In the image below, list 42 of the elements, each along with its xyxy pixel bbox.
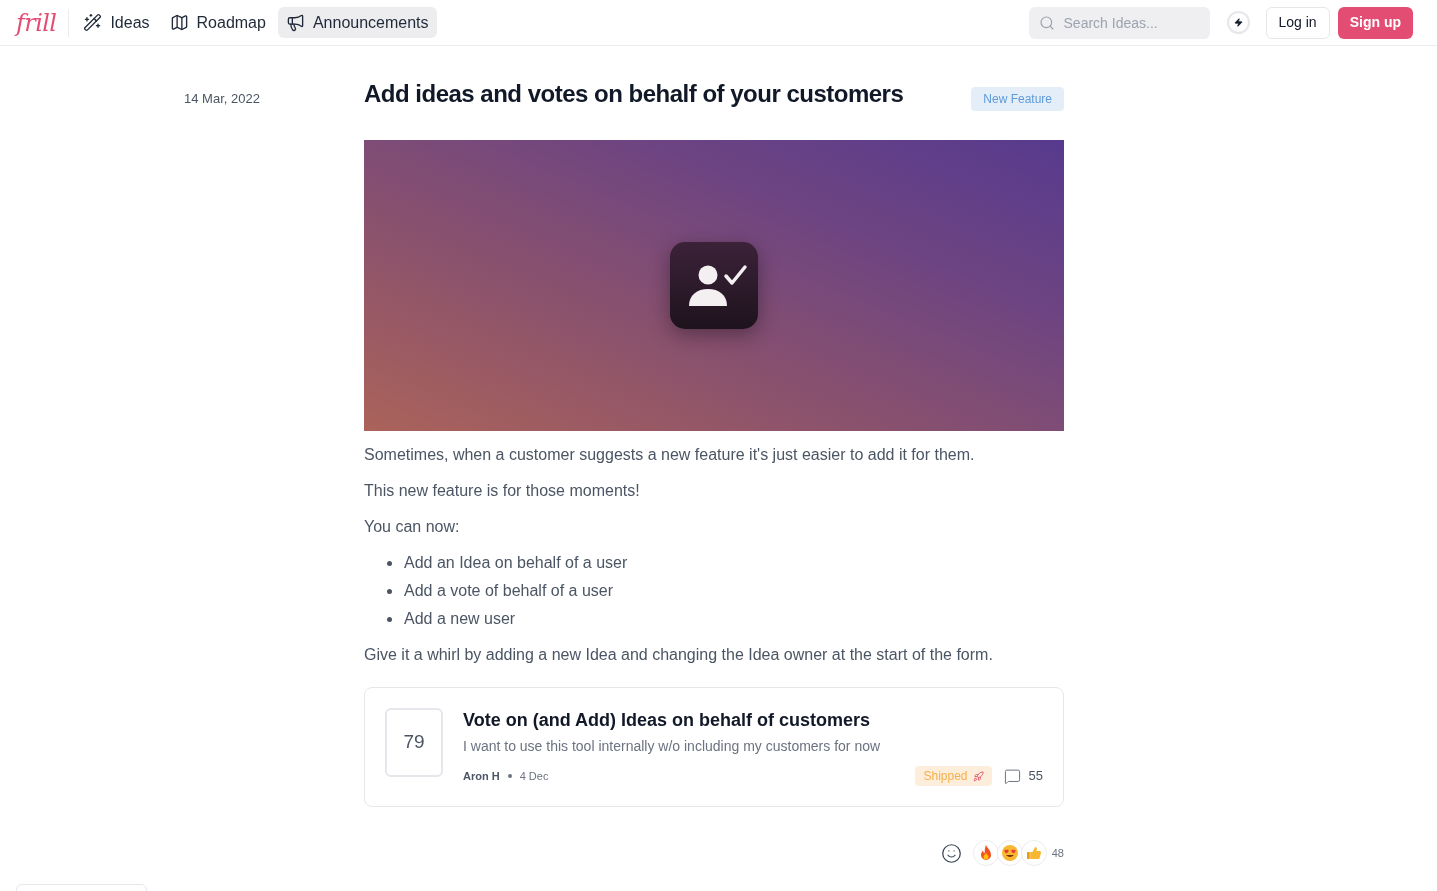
idea-title[interactable]: Vote on (and Add) Ideas on behalf of customers (463, 708, 1043, 732)
frill-logo[interactable]: frill (16, 10, 57, 35)
log-in-button[interactable]: Log in (1265, 6, 1330, 39)
map-icon (169, 13, 189, 32)
sign-up-button[interactable]: Sign up (1337, 6, 1413, 39)
list-item-text: Add a new user (404, 609, 516, 629)
sparkle-wand-icon (83, 13, 103, 32)
person-check-icon (670, 242, 758, 329)
bullet-icon (387, 560, 392, 566)
author-name: Aron H (463, 768, 500, 784)
bullet-icon (387, 588, 392, 594)
thumbs-up-icon[interactable] (1020, 840, 1047, 866)
search-field[interactable]: Search Ideas... (1028, 6, 1210, 39)
nav-tab[interactable]: Roadmap (161, 7, 274, 38)
announcement-date: 14 Mar, 2022 (184, 91, 260, 106)
body-paragraph: Sometimes, when a customer suggests a new feature it's just easier to add it for them. (364, 445, 976, 465)
list-item-text: Add a vote of behalf of a user (404, 581, 614, 601)
category-tag: New Feature (971, 87, 1064, 111)
list-item-text: Add an Idea on behalf of a user (404, 553, 628, 573)
body-paragraph: Give it a whirl by adding a new Idea and changing the Idea owner at the start of the form. (364, 645, 994, 665)
reaction-count: 48 (1051, 845, 1064, 861)
body-paragraph: This new feature is for those moments! (364, 481, 641, 501)
bullet-icon (387, 616, 392, 622)
lightning-icon (1233, 18, 1243, 27)
updates-button[interactable] (1226, 11, 1250, 34)
linked-idea-card[interactable]: 79 Vote on (and Add) Ideas on behalf of customers I want to use this tool internally w/o including my customers for now Aron H 4 Dec Shipped 55 (364, 687, 1064, 807)
megaphone-icon (285, 13, 305, 32)
idea-description: I want to use this tool internally w/o including my customers for now (463, 737, 882, 756)
idea-date: 4 Dec (519, 768, 549, 784)
fire-icon[interactable] (972, 840, 999, 866)
add-reaction-smiley-icon[interactable] (940, 842, 962, 864)
comment-count: 55 (1028, 767, 1043, 786)
announcement-title: Add ideas and votes on behalf of your customers (364, 79, 904, 109)
body-paragraph: You can now: (364, 517, 461, 537)
nav-tab[interactable]: Ideas (75, 7, 158, 38)
status-badge: Shipped (915, 766, 992, 786)
comment-icon[interactable] (1003, 767, 1021, 785)
nav-tab[interactable]: Announcements (277, 7, 437, 38)
heart-eyes-face-icon[interactable] (996, 840, 1023, 866)
rocket-icon (972, 770, 984, 782)
vote-count[interactable]: 79 (385, 708, 443, 777)
search-icon (1038, 14, 1055, 31)
